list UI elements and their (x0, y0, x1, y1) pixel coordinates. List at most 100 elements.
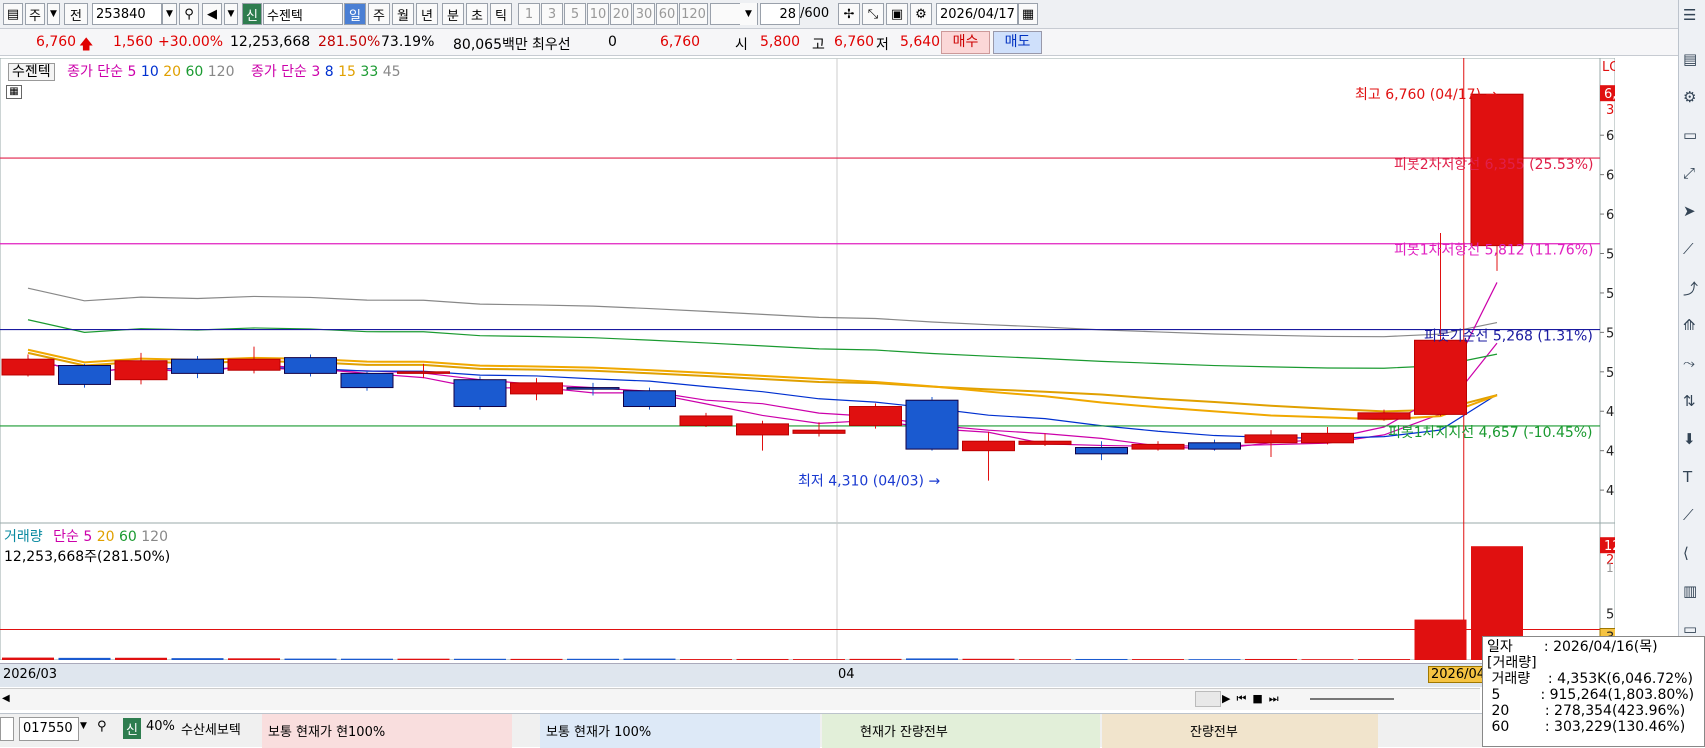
trend-tool-icon[interactable]: ⤴ (1683, 278, 1698, 299)
tip-row-key: 5 (1491, 687, 1501, 703)
min-5[interactable]: 5 (564, 3, 586, 25)
tool-icon-1[interactable]: ☰ (1683, 6, 1696, 24)
order-code-chevron-icon[interactable]: ▼ (80, 721, 87, 731)
candle-body (736, 423, 789, 436)
legend-ma5: 5 (127, 64, 137, 80)
gear-icon[interactable]: ⚙ (910, 3, 932, 25)
tool-icon-16[interactable]: ▥ (1683, 582, 1697, 600)
min-30[interactable]: 30 (633, 3, 655, 25)
new-badge: 신 (242, 3, 262, 25)
tool-icon-11[interactable]: ⇅ (1683, 392, 1696, 410)
tab-year[interactable]: 년 (416, 3, 438, 25)
candle-body (1357, 412, 1411, 420)
price-tick-label: 5,000 (1606, 366, 1615, 381)
buy-button[interactable]: 매수 (941, 31, 990, 54)
text-tool-icon[interactable]: T (1683, 468, 1692, 486)
current-pct-axis: 30.00% (1606, 103, 1615, 118)
search-icon[interactable]: ⚲ (179, 3, 199, 25)
toolbar: ▤ 주 ▼ 전 253840 ▼ ⚲ ◀ ▼ 신 수젠텍 일 주 월 년 분 초… (0, 0, 1705, 29)
scroll-thumb[interactable] (1195, 691, 1221, 707)
pivot-base-label: 피봇기준선 5,268 (1.31%) (1424, 329, 1593, 345)
high-annotation: 최고 6,760 (04/17) → (1355, 87, 1497, 103)
order-section-1[interactable]: 보통 현재가 현100% (262, 714, 512, 748)
price-chart[interactable]: 6,500 6,250 6,000 5,750 5,500 5,250 5,000 4,750… (0, 58, 1615, 523)
legend-ma15: 15 (338, 64, 356, 80)
prev-button[interactable]: 전 (64, 3, 88, 25)
zoom-slider[interactable] (1310, 698, 1394, 700)
line-tool-icon[interactable]: ⟋ (1683, 240, 1694, 258)
code-chevron-icon[interactable]: ▼ (162, 3, 177, 25)
scrollbar[interactable]: ◀ ▶⏮■⏭ (0, 688, 1480, 710)
count-max: /600 (800, 6, 830, 21)
vol-legend-ma-label: 단순 (53, 529, 79, 545)
price-tick-label: 6,500 (1606, 129, 1615, 144)
min-120[interactable]: 120 (679, 3, 708, 25)
volume-bar (228, 658, 280, 660)
min-10[interactable]: 10 (587, 3, 609, 25)
calendar-icon[interactable]: ▦ (1018, 3, 1038, 25)
volume-legend: 거래량 단순 5 20 60 120 12,253,668주(281.50%) (4, 526, 170, 566)
tool-icon-4[interactable]: ▭ (1683, 126, 1697, 144)
prev-label: 전 (70, 8, 82, 24)
tool-icon-9[interactable]: ⟰ (1683, 316, 1696, 334)
period-chevron-icon[interactable]: ▼ (47, 3, 60, 25)
x-label-march: 2026/03 (3, 667, 58, 682)
min-3[interactable]: 3 (541, 3, 563, 25)
vol-legend-60: 60 (118, 529, 137, 545)
tool-icon-5[interactable]: ⤢ (1683, 164, 1695, 182)
volume-bar (567, 658, 619, 660)
legend-ma10: 10 (140, 64, 159, 80)
speaker-chevron-icon[interactable]: ▼ (224, 3, 238, 25)
min-1[interactable]: 1 (518, 3, 540, 25)
scroll-left-icon[interactable]: ◀ (2, 693, 10, 704)
speaker-icon[interactable]: ◀ (202, 3, 222, 25)
stock-name-field[interactable]: 수젠텍 (263, 3, 343, 25)
high: 6,760 (834, 34, 875, 50)
volume-chart[interactable]: 12,254K281.50%10,000K5,000K3,284K (0, 523, 1615, 660)
volume-bar (58, 657, 111, 660)
volume-bar (736, 658, 789, 660)
min-20[interactable]: 20 (610, 3, 632, 25)
zoom-icon[interactable]: ⤡ (862, 3, 884, 25)
crosshair-icon[interactable]: ✢ (838, 3, 860, 25)
change: 1,560 (113, 34, 154, 50)
tab-tick[interactable]: 틱 (490, 3, 512, 25)
min-60[interactable]: 60 (656, 3, 678, 25)
order-code-input[interactable]: 017550 (19, 717, 79, 741)
arrow-down-tool-icon[interactable]: ⬇ (1683, 430, 1696, 448)
order-search-icon[interactable]: ⚲ (97, 719, 107, 734)
legend-stock-name[interactable]: 수젠텍 (8, 63, 55, 81)
tool-icon-2[interactable]: ▤ (1683, 50, 1697, 68)
order-section-3[interactable]: 현재가 잔량전부 (822, 714, 1100, 748)
gear-tool-icon[interactable]: ⚙ (1683, 88, 1696, 106)
tab-week[interactable]: 주 (368, 3, 390, 25)
tool-icon-14[interactable]: ⟋ (1683, 506, 1694, 524)
grid-toggle-icon[interactable]: ▦ (6, 85, 22, 99)
order-section-2[interactable]: 보통 현재가 100% (540, 714, 820, 748)
save-icon[interactable]: ▣ (886, 3, 908, 25)
tab-day[interactable]: 일 (344, 3, 366, 25)
candle-body (510, 382, 563, 395)
count-input[interactable]: 28 (760, 3, 800, 25)
period-label: 주 (29, 8, 41, 24)
tool-icon-10[interactable]: ⤳ (1683, 354, 1695, 372)
tab-second[interactable]: 초 (466, 3, 488, 25)
candle-body (623, 390, 676, 408)
date-input[interactable]: 2026/04/17 (936, 3, 1018, 25)
tool-icon-15[interactable]: ⟨ (1683, 544, 1689, 562)
current-price: 6,760 (36, 34, 77, 50)
candle-body (1018, 440, 1072, 445)
quote-bar: 6,760 🡅 1,560 +30.00% 12,253,668 281.50%… (0, 29, 1705, 56)
stock-code-input[interactable]: 253840 (92, 3, 162, 25)
tab-minute[interactable]: 분 (442, 3, 464, 25)
candle-body (453, 379, 507, 408)
order-section-4[interactable]: 잔량전부 (1102, 714, 1378, 748)
tab-month[interactable]: 월 (392, 3, 414, 25)
layout-icon[interactable]: ▤ (3, 3, 23, 25)
period-dropdown[interactable]: 주 (25, 3, 45, 25)
cursor-icon[interactable]: ➤ (1683, 202, 1696, 220)
playback-controls[interactable]: ▶⏮■⏭ (1222, 692, 1285, 706)
interval-chevron-icon[interactable]: ▼ (740, 3, 757, 25)
sell-button[interactable]: 매도 (993, 31, 1042, 54)
candle-body (679, 415, 733, 426)
